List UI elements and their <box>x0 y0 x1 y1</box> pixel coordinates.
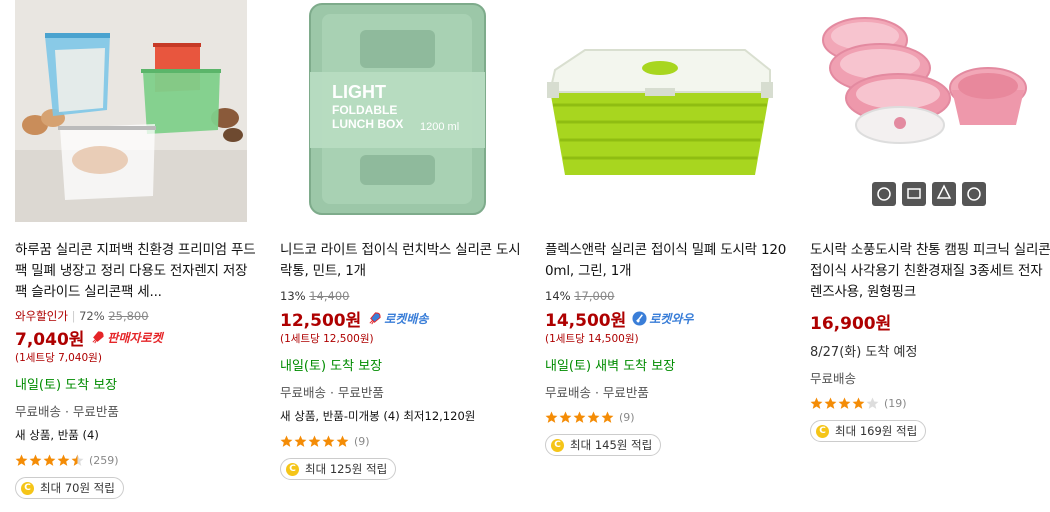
cashback-badge: C 최대 169원 적립 <box>810 420 927 442</box>
original-price: 25,800 <box>108 309 149 323</box>
product-title[interactable]: 도시락 소풍도시락 찬통 캠핑 피크닉 실리콘 접이식 사각용기 친환경재질 3… <box>810 240 1050 303</box>
svg-text:1200 ml: 1200 ml <box>420 121 459 133</box>
discount-rate: 13% <box>280 289 306 303</box>
shipping-info: 무료배송 · 무료반품 <box>280 385 384 400</box>
rating: (19) <box>810 394 1050 412</box>
star-full-icon <box>15 454 28 466</box>
star-full-icon <box>852 397 865 409</box>
wow-label: 와우할인가 <box>15 309 68 323</box>
rating: (9) <box>280 432 522 450</box>
unit-price: (1세트당 12,500원) <box>280 333 374 345</box>
discount-row: 13% 14,400 <box>280 289 522 306</box>
rocket-icon <box>369 311 381 324</box>
product-title[interactable]: 플렉스앤락 실리콘 접이식 밀폐 도시락 1200ml, 그린, 1개 <box>545 240 787 282</box>
seller-rocket-badge: 판매자로켓 <box>90 329 163 346</box>
star-full-icon <box>294 435 307 447</box>
star-full-icon <box>43 454 56 466</box>
star-full-icon <box>810 397 823 409</box>
star-full-icon <box>559 411 572 423</box>
discount-rate: 72% <box>79 309 105 323</box>
product-title[interactable]: 니드코 라이트 접이식 런치박스 실리콘 도시락통, 민트, 1개 <box>280 240 522 282</box>
product-image-1[interactable] <box>15 0 247 222</box>
original-price: 14,400 <box>309 289 350 303</box>
review-count: (9) <box>619 410 635 424</box>
delivery-info: 8/27(화) 도착 예정 <box>810 345 918 360</box>
rocket-icon <box>92 330 105 343</box>
sale-price: 12,500원 <box>280 310 362 331</box>
price-row: 16,900원 <box>810 309 1050 334</box>
star-full-icon <box>57 454 70 466</box>
cashback-badge: C 최대 70원 적립 <box>15 477 124 499</box>
star-full-icon <box>838 397 851 409</box>
star-full-icon <box>308 435 321 447</box>
sale-price: 14,500원 <box>545 310 627 331</box>
sale-price: 7,040원 <box>15 329 85 350</box>
coin-icon: C <box>21 481 34 495</box>
coin-icon: C <box>286 462 299 476</box>
sale-price: 16,900원 <box>810 313 892 334</box>
shipping-info: 무료배송 · 무료반품 <box>545 385 649 400</box>
star-full-icon <box>280 435 293 447</box>
product-image-2[interactable]: LIGHT FOLDABLE LUNCH BOX 1200 ml <box>280 0 512 222</box>
star-full-icon <box>29 454 42 466</box>
star-full-icon <box>824 397 837 409</box>
price-row: 7,040원 판매자로켓 <box>15 325 257 350</box>
wow-discount-row: 와우할인가 | 72% 25,800 <box>15 309 149 323</box>
star-full-icon <box>336 435 349 447</box>
delivery-info: 내일(토) 도착 보장 <box>280 359 383 374</box>
rating: (259) <box>15 451 257 469</box>
delivery-info: 내일(토) 도착 보장 <box>15 378 118 393</box>
other-sellers-info[interactable]: 새 상품, 반품-미개봉 (4) 최저12,120원 <box>280 408 522 426</box>
svg-text:FOLDABLE: FOLDABLE <box>332 103 397 117</box>
review-count: (9) <box>354 434 370 448</box>
shipping-info: 무료배송 <box>810 371 857 386</box>
product-title[interactable]: 하루꿈 실리콘 지퍼백 친환경 프리미엄 푸드팩 밀폐 냉장고 정리 다용도 전… <box>15 240 257 303</box>
svg-text:LIGHT: LIGHT <box>332 82 386 102</box>
star-full-icon <box>587 411 600 423</box>
discount-rate: 14% <box>545 289 571 303</box>
other-sellers-info[interactable]: 새 상품, 반품 (4) <box>15 427 257 445</box>
svg-text:LUNCH BOX: LUNCH BOX <box>332 117 403 131</box>
product-image-3[interactable] <box>545 0 777 222</box>
price-row: 12,500원 로켓배송 <box>280 306 522 331</box>
star-full-icon <box>601 411 614 423</box>
star-empty-icon <box>866 397 879 409</box>
rocket-wow-badge: 로켓와우 <box>632 310 693 327</box>
star-full-icon <box>322 435 335 447</box>
product-image-4[interactable] <box>810 0 1042 222</box>
review-count: (19) <box>884 396 907 410</box>
coin-icon: C <box>551 438 564 452</box>
unit-price: (1세트당 14,500원) <box>545 333 639 345</box>
cashback-badge: C 최대 145원 적립 <box>545 434 662 456</box>
original-price: 17,000 <box>574 289 615 303</box>
rocket-wow-icon <box>632 310 647 326</box>
rating: (9) <box>545 408 787 426</box>
star-full-icon <box>545 411 558 423</box>
review-count: (259) <box>89 453 119 467</box>
star-half-icon <box>71 454 84 466</box>
unit-price: (1세트당 7,040원) <box>15 352 102 364</box>
cashback-badge: C 최대 125원 적립 <box>280 458 397 480</box>
rocket-delivery-badge: 로켓배송 <box>367 310 428 327</box>
price-row: 14,500원 로켓와우 <box>545 306 787 331</box>
star-full-icon <box>573 411 586 423</box>
coin-icon: C <box>816 424 829 438</box>
shipping-info: 무료배송 · 무료반품 <box>15 404 119 419</box>
discount-row: 14% 17,000 <box>545 289 787 306</box>
delivery-info: 내일(토) 새벽 도착 보장 <box>545 359 676 374</box>
